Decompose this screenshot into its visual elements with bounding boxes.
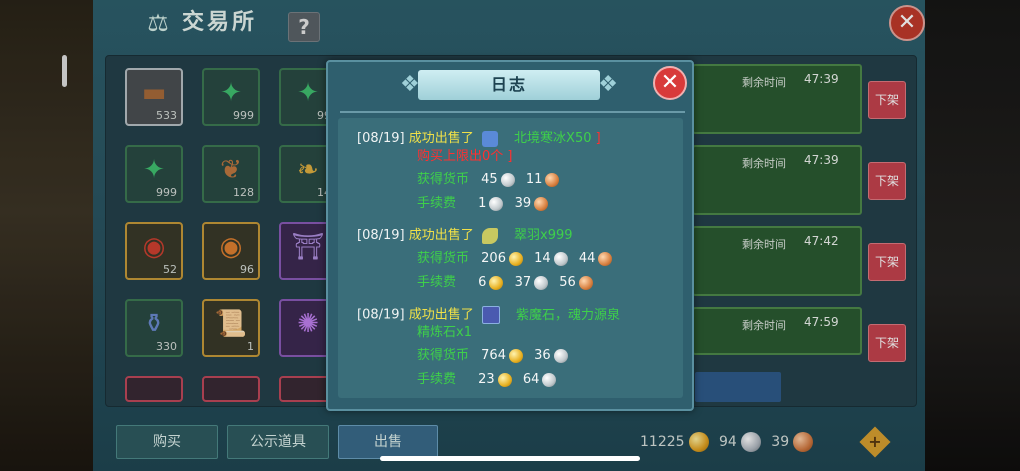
divider (340, 111, 685, 113)
fee-copper: 39 (514, 196, 532, 211)
log-earned-row: 获得货币 764 36 (417, 347, 575, 365)
log-entry: [08/19] 成功出售了 北境寒冰X50 ] (357, 130, 601, 148)
log-note: 精炼石x1 (417, 324, 472, 342)
close-log-button[interactable]: ✕ (653, 66, 687, 100)
earned-copper: 44 (578, 251, 596, 266)
home-indicator[interactable] (380, 456, 640, 461)
gold-coin-icon (508, 348, 523, 363)
fee-silver: 37 (514, 275, 532, 290)
log-note-text: 购买上限出0个 (417, 149, 504, 164)
fee-label: 手续费 (417, 196, 457, 211)
earned-silver: 45 (481, 172, 498, 187)
earned-label: 获得货币 (417, 348, 470, 363)
log-item-name: 翠羽x999 (514, 228, 573, 243)
log-bracket: ] (595, 131, 601, 146)
silver-coin-icon (489, 196, 504, 211)
log-item-name: 紫魔石，魂力源泉 (516, 307, 621, 323)
earned-gold: 206 (481, 251, 506, 266)
log-bracket: ] (507, 149, 513, 164)
copper-coin-icon (545, 172, 560, 187)
copper-coin-icon (598, 251, 613, 266)
copper-coin-icon (578, 275, 593, 290)
ornament-left-icon: ❖ (400, 72, 420, 97)
log-entry: [08/19] 成功出售了 翠羽x999 (357, 227, 573, 245)
earned-copper: 11 (525, 172, 543, 187)
log-fee-row: 手续费 1 39 (417, 195, 555, 213)
fee-copper: 56 (559, 275, 576, 290)
fee-gold: 23 (478, 372, 495, 387)
silver-coin-icon (542, 372, 557, 387)
log-note: 购买上限出0个 ] (417, 148, 513, 166)
log-date: [08/19] (357, 307, 405, 323)
log-action: 成功出售了 (408, 307, 474, 323)
gold-coin-icon (508, 251, 523, 266)
log-date: [08/19] (357, 131, 405, 146)
log-dialog-header: ❖ 日志 ❖ (400, 70, 618, 100)
log-action: 成功出售了 (408, 131, 474, 146)
log-dialog-title: 日志 (490, 75, 527, 94)
log-item-name: 北境寒冰X50 (514, 131, 592, 146)
rune-stone-icon (481, 306, 500, 324)
earned-label: 获得货币 (417, 172, 470, 187)
silver-coin-icon (553, 348, 568, 363)
log-fee-row: 手续费 6 37 56 (417, 274, 600, 292)
ice-crystal-icon (481, 130, 498, 147)
gold-coin-icon (497, 372, 512, 387)
log-earned-row: 获得货币 206 14 44 (417, 250, 619, 268)
log-earned-row: 获得货币 45 11 (417, 171, 566, 189)
earned-silver: 14 (534, 251, 551, 266)
ornament-right-icon: ❖ (598, 72, 618, 97)
fee-label: 手续费 (417, 372, 457, 387)
earned-silver: 36 (534, 348, 551, 363)
silver-coin-icon (534, 275, 549, 290)
silver-coin-icon (553, 251, 568, 266)
feather-icon (481, 227, 498, 244)
log-entry: [08/19] 成功出售了 紫魔石，魂力源泉 (357, 306, 620, 325)
fee-silver: 1 (478, 196, 487, 211)
fee-silver: 64 (522, 372, 540, 387)
log-note-text: 精炼石x1 (417, 325, 472, 340)
gold-coin-icon (489, 275, 504, 290)
earned-gold: 764 (481, 348, 506, 363)
silver-coin-icon (500, 172, 515, 187)
fee-gold: 6 (478, 275, 487, 290)
earned-label: 获得货币 (417, 251, 470, 266)
log-action: 成功出售了 (408, 228, 474, 243)
log-fee-row: 手续费 23 64 (417, 371, 563, 389)
fee-label: 手续费 (417, 275, 457, 290)
log-date: [08/19] (357, 228, 405, 243)
copper-coin-icon (534, 196, 549, 211)
